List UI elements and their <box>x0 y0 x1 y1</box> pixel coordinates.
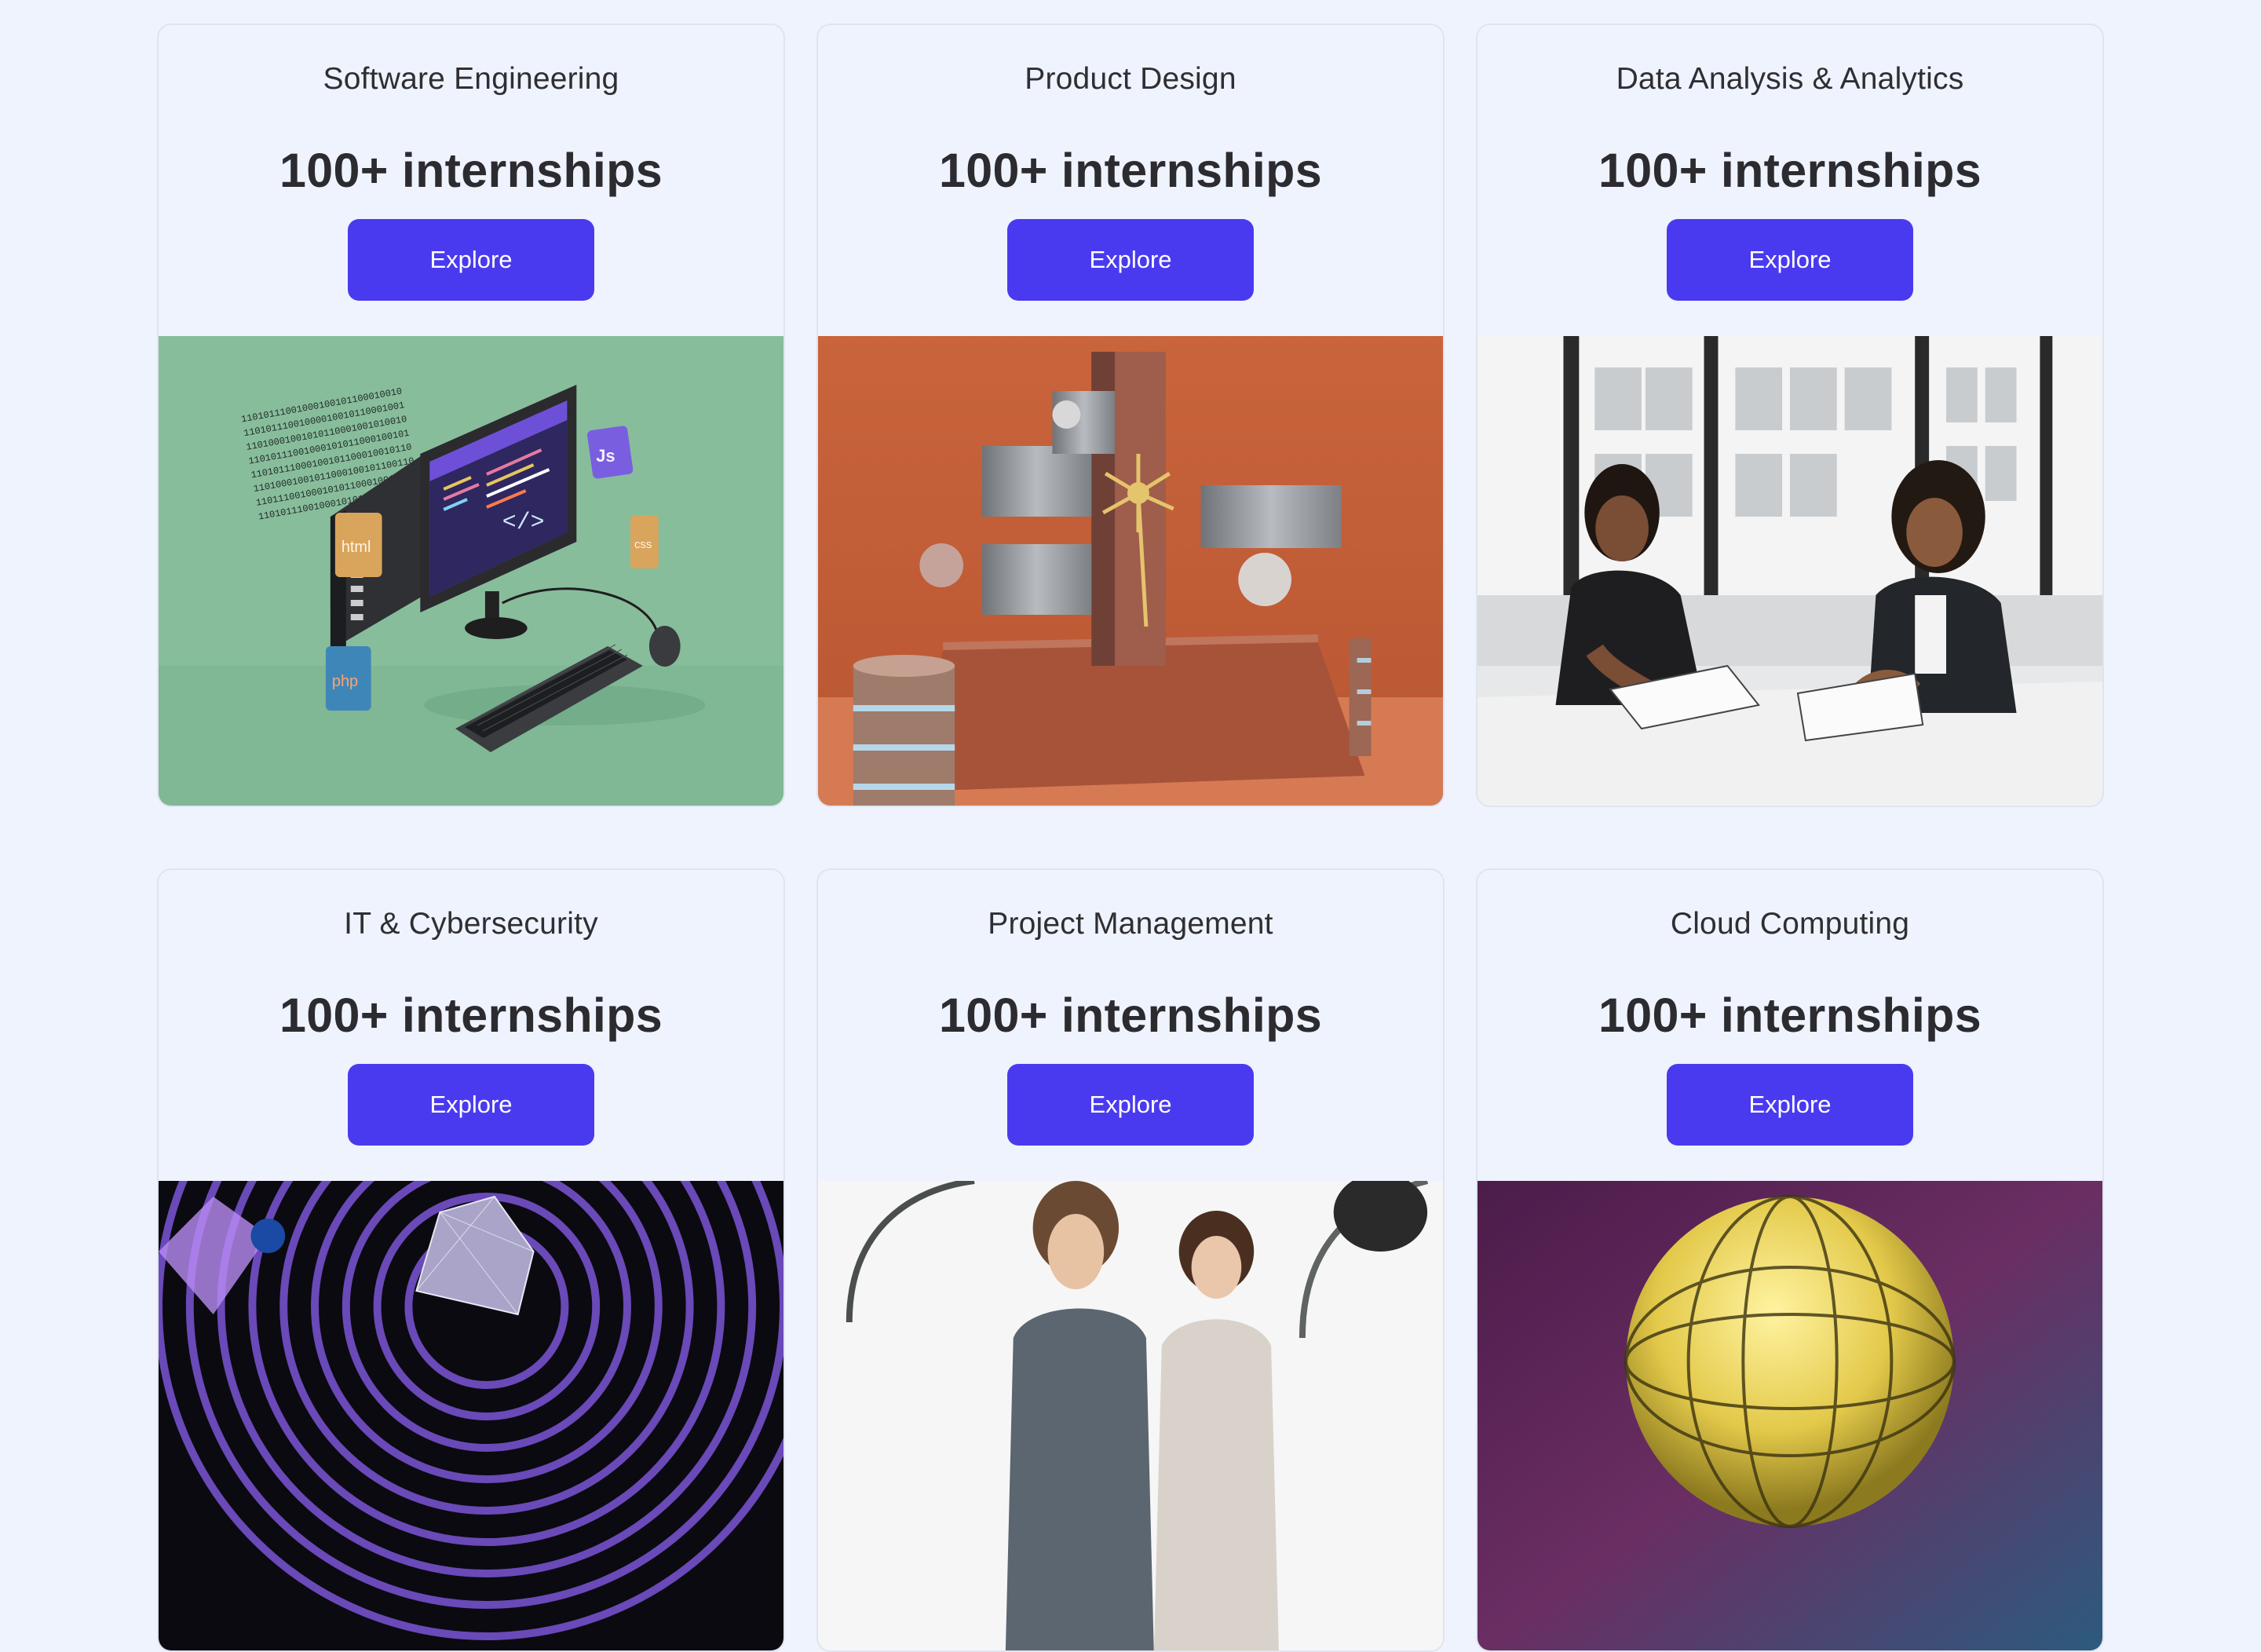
html-badge-text: html <box>342 539 371 556</box>
explore-button[interactable]: Explore <box>1007 219 1254 301</box>
card-header: Project Management 100+ internships Expl… <box>818 870 1443 1181</box>
code-symbol: </> <box>502 509 545 535</box>
project-management-photo <box>818 1181 1443 1650</box>
explore-button[interactable]: Explore <box>1667 1064 1913 1146</box>
category-card-cloud-computing: Cloud Computing 100+ internships Explore <box>1476 868 2104 1652</box>
card-category-title: Software Engineering <box>323 62 619 96</box>
card-header: Data Analysis & Analytics 100+ internshi… <box>1478 25 2102 336</box>
explore-button[interactable]: Explore <box>1007 1064 1254 1146</box>
card-header: Cloud Computing 100+ internships Explore <box>1478 870 2102 1181</box>
explore-button[interactable]: Explore <box>1667 219 1913 301</box>
css-badge-text: css <box>634 538 652 551</box>
explore-button[interactable]: Explore <box>348 219 594 301</box>
card-internship-count: 100+ internships <box>1598 989 1982 1042</box>
card-internship-count: 100+ internships <box>279 144 663 197</box>
cybersecurity-illustration <box>159 1181 783 1650</box>
card-category-title: Project Management <box>988 907 1273 941</box>
js-badge-text: Js <box>596 446 615 466</box>
php-badge-text: php <box>332 673 358 690</box>
card-internship-count: 100+ internships <box>939 989 1322 1042</box>
card-category-title: Cloud Computing <box>1670 907 1910 941</box>
card-category-title: IT & Cybersecurity <box>344 907 598 941</box>
card-category-title: Product Design <box>1025 62 1236 96</box>
category-card-data-analysis: Data Analysis & Analytics 100+ internshi… <box>1476 24 2104 807</box>
category-card-it-cybersecurity: IT & Cybersecurity 100+ internships Expl… <box>157 868 785 1652</box>
product-design-illustration <box>818 336 1443 806</box>
card-category-title: Data Analysis & Analytics <box>1616 62 1964 96</box>
software-engineering-illustration: 11010111001000100101100010010 1101011100… <box>159 336 783 806</box>
explore-button[interactable]: Explore <box>348 1064 594 1146</box>
card-header: Product Design 100+ internships Explore <box>818 25 1443 336</box>
internship-categories-grid: Software Engineering 100+ internships Ex… <box>157 24 2104 1652</box>
card-internship-count: 100+ internships <box>939 144 1322 197</box>
category-card-software-engineering: Software Engineering 100+ internships Ex… <box>157 24 785 807</box>
data-analysis-photo <box>1478 336 2102 806</box>
category-card-product-design: Product Design 100+ internships Explore <box>816 24 1445 807</box>
card-header: Software Engineering 100+ internships Ex… <box>159 25 783 336</box>
cloud-computing-illustration <box>1478 1181 2102 1650</box>
category-card-project-management: Project Management 100+ internships Expl… <box>816 868 1445 1652</box>
card-internship-count: 100+ internships <box>1598 144 1982 197</box>
card-internship-count: 100+ internships <box>279 989 663 1042</box>
card-header: IT & Cybersecurity 100+ internships Expl… <box>159 870 783 1181</box>
